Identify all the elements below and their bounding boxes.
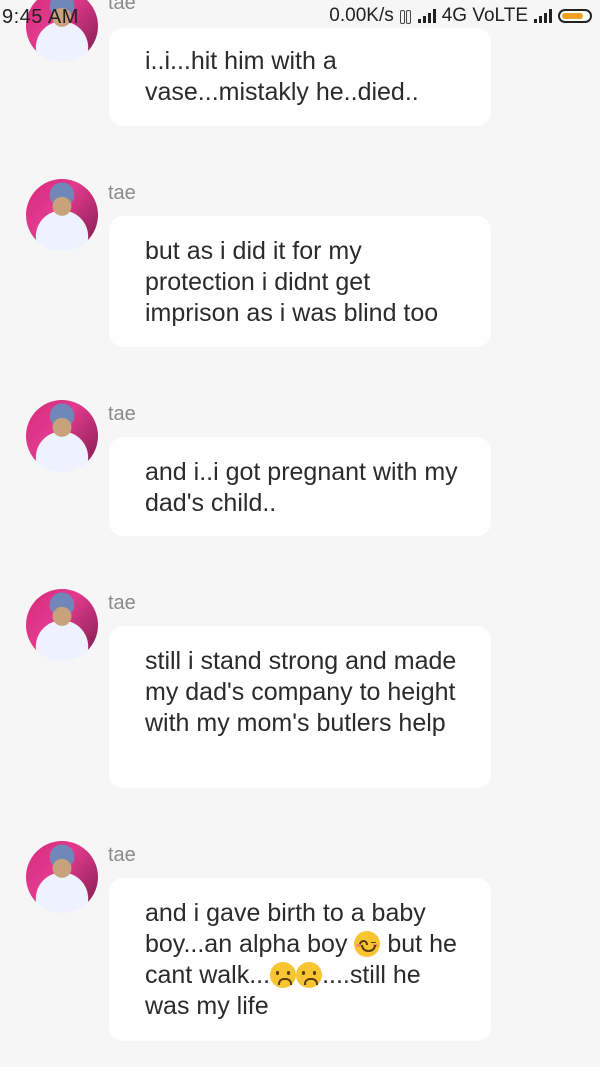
signal-icon (534, 9, 552, 23)
message-bubble[interactable]: and i..i got pregnant with my dad's chil… (109, 437, 491, 536)
message-bubble[interactable]: still i stand strong and made my dad's c… (109, 626, 491, 788)
battery-icon (558, 9, 592, 23)
smiling-emoji-icon (354, 931, 381, 957)
sad-emoji-icon (296, 962, 323, 988)
status-time: 9:45 AM (2, 6, 79, 28)
network-type: 4G VoLTE (441, 5, 528, 26)
network-speed: 0.00K/s (329, 5, 394, 26)
message-bubble[interactable]: and i gave birth to a baby boy...an alph… (109, 878, 491, 1041)
avatar[interactable] (26, 841, 98, 913)
message-bubble[interactable]: i..i...hit him with a vase...mistakly he… (109, 28, 491, 126)
sender-name: tae (108, 403, 136, 425)
avatar[interactable] (26, 179, 98, 251)
message-bubble[interactable]: but as i did it for my protection i didn… (109, 216, 491, 347)
status-bar: 9:45 AM 0.00K/s 4G VoLTE (0, 0, 600, 32)
sad-emoji-icon (270, 962, 297, 988)
vibrate-icon (399, 9, 412, 24)
signal-icon (417, 9, 436, 23)
avatar[interactable] (26, 400, 98, 472)
sender-name: tae (108, 592, 136, 614)
sender-name: tae (108, 182, 136, 204)
avatar[interactable] (26, 589, 98, 661)
status-indicators: 0.00K/s 4G VoLTE (329, 5, 592, 27)
sender-name: tae (108, 844, 136, 866)
